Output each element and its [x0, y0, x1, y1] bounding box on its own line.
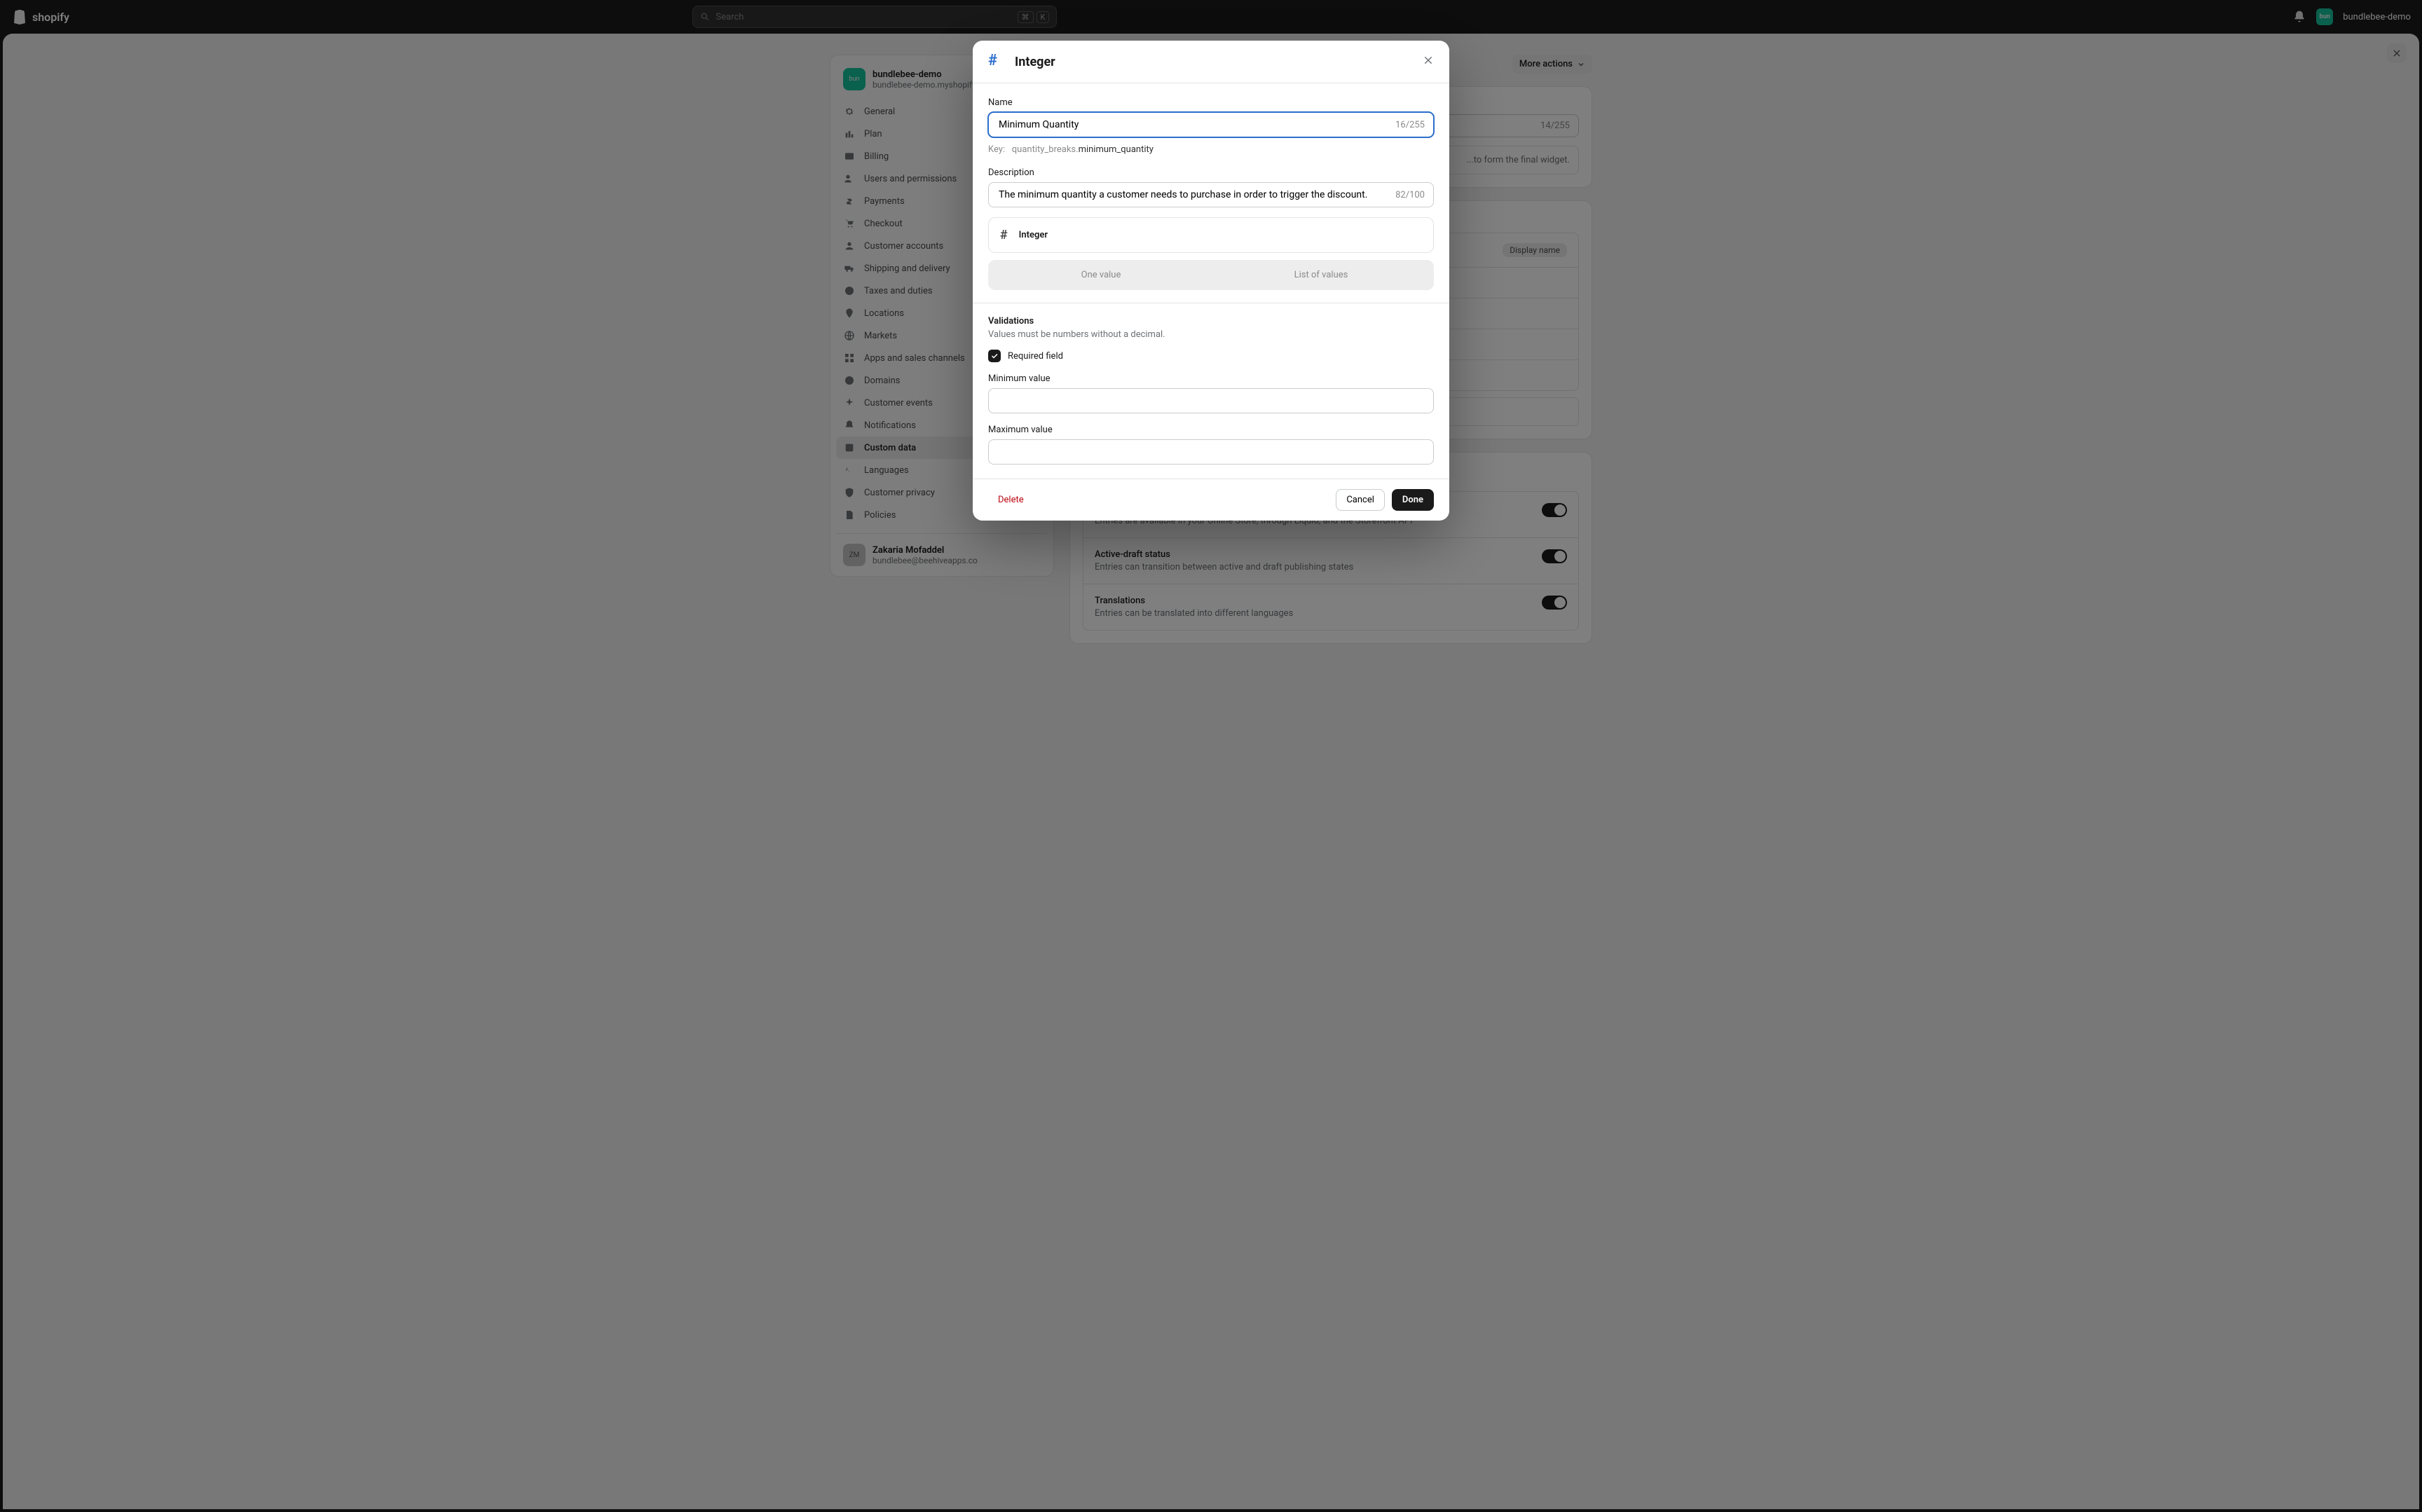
- seg-list-values[interactable]: List of values: [1211, 263, 1431, 287]
- check-icon: [990, 352, 999, 360]
- name-counter: 16/255: [1395, 120, 1425, 130]
- hash-icon-small: #: [1000, 228, 1008, 242]
- close-icon: [1423, 55, 1434, 66]
- name-label: Name: [988, 97, 1434, 108]
- modal-close-button[interactable]: [1423, 55, 1434, 69]
- min-label: Minimum value: [988, 373, 1434, 384]
- seg-one-value[interactable]: One value: [991, 263, 1211, 287]
- description-counter: 82/100: [1395, 190, 1425, 200]
- modal-body: Name 16/255 Key: quantity_breaks.minimum…: [973, 83, 1449, 479]
- max-label: Maximum value: [988, 425, 1434, 435]
- required-checkbox[interactable]: [988, 350, 1001, 362]
- cancel-button[interactable]: Cancel: [1336, 489, 1385, 511]
- key-line: Key: quantity_breaks.minimum_quantity: [988, 144, 1434, 155]
- required-label: Required field: [1008, 351, 1063, 362]
- required-row: Required field: [988, 350, 1434, 362]
- max-input[interactable]: [988, 439, 1434, 465]
- modal-title: Integer: [1015, 55, 1055, 69]
- description-label: Description: [988, 167, 1434, 178]
- delete-button[interactable]: Delete: [988, 490, 1034, 510]
- validations-subtext: Values must be numbers without a decimal…: [988, 329, 1434, 340]
- validations-heading: Validations: [988, 316, 1434, 327]
- name-field[interactable]: [997, 118, 1395, 131]
- hash-icon: #: [988, 53, 1005, 70]
- integer-modal: # Integer Name 16/255 Key: quantity_brea…: [973, 41, 1449, 521]
- name-input[interactable]: 16/255: [988, 112, 1434, 137]
- description-field[interactable]: [997, 188, 1395, 201]
- min-input[interactable]: [988, 388, 1434, 413]
- value-segment: One value List of values: [988, 260, 1434, 290]
- description-input[interactable]: 82/100: [988, 182, 1434, 207]
- min-field[interactable]: [997, 394, 1425, 407]
- type-label: Integer: [1019, 230, 1048, 240]
- modal-header: # Integer: [973, 41, 1449, 83]
- max-field[interactable]: [997, 446, 1425, 458]
- type-box[interactable]: # Integer: [988, 217, 1434, 253]
- done-button[interactable]: Done: [1392, 489, 1434, 511]
- modal-footer: Delete Cancel Done: [973, 479, 1449, 521]
